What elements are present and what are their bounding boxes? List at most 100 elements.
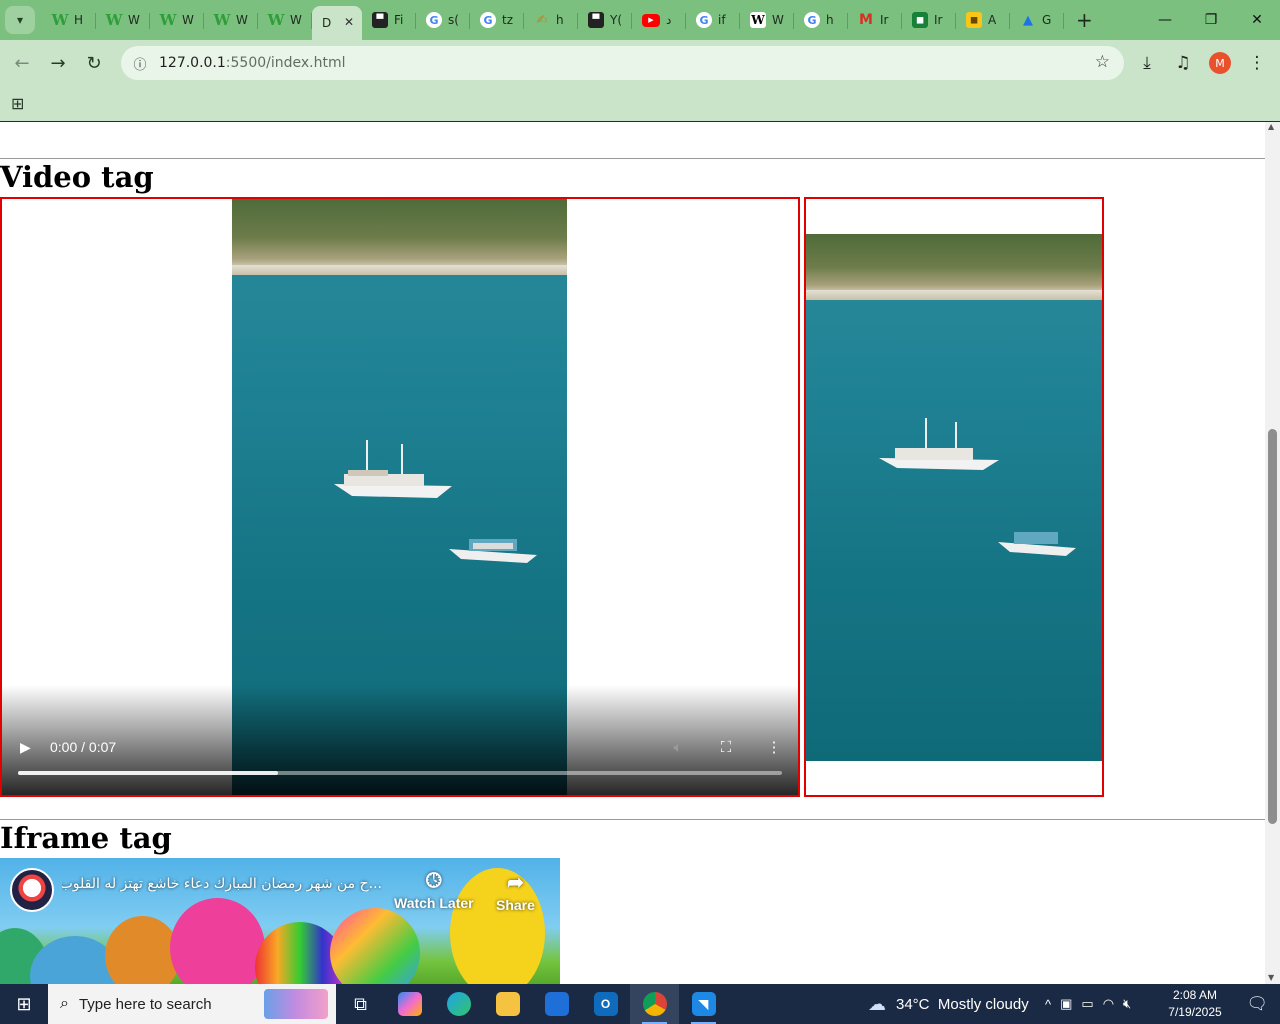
bookmark-star-button[interactable]: ☆: [1095, 52, 1110, 72]
new-tab-button[interactable]: +: [1076, 8, 1093, 32]
start-button[interactable]: ⊞: [0, 984, 48, 1024]
w-icon: W: [105, 11, 123, 29]
menu-button[interactable]: ⋮: [1242, 45, 1272, 81]
browser-tab[interactable]: Gs(: [416, 4, 470, 36]
taskbar: ⊞ ⌕ Type here to search ⧉ O ◥ ☁ 34°C Mos…: [0, 984, 1280, 1024]
arrow-right-icon: →: [50, 52, 66, 74]
page-scrollbar[interactable]: ▲ ▼: [1265, 122, 1280, 984]
video-player-controls[interactable]: ▶ 0:00 / 0:07 🔈︎ ⛶ ⋮: [0, 197, 800, 797]
browser-tab[interactable]: ▀ Fi: [362, 4, 416, 36]
youtube-iframe[interactable]: ...ح من شهر رمضان المبارك دعاء خاشع تهتز…: [0, 858, 560, 984]
video-controls-row: ▶ 0:00 / 0:07 🔈︎ ⛶ ⋮: [2, 737, 798, 757]
boat-small-2: [996, 524, 1081, 564]
browser-tab[interactable]: WW: [150, 4, 204, 36]
video-title[interactable]: ...ح من شهر رمضان المبارك دعاء خاشع تهتز…: [62, 876, 382, 892]
reload-icon: ↻: [86, 52, 102, 74]
outlook-button[interactable]: O: [581, 984, 630, 1024]
edge-button[interactable]: [434, 984, 483, 1024]
scroll-down-icon[interactable]: ▼: [1268, 973, 1274, 982]
star-icon: ☆: [1094, 52, 1110, 72]
kebab-menu-icon[interactable]: ⋮: [750, 738, 798, 756]
vscode-icon: ◥: [691, 992, 716, 1016]
meet-now-icon[interactable]: ▣: [1060, 996, 1072, 1012]
channel-avatar[interactable]: [10, 868, 54, 912]
browser-tab[interactable]: ▲ G: [1010, 4, 1064, 36]
browser-tab[interactable]: Gh: [794, 4, 848, 36]
browser-tab[interactable]: WH: [42, 4, 96, 36]
browser-tab[interactable]: M Ir: [848, 4, 902, 36]
chrome-icon: [642, 992, 667, 1016]
browser-tab[interactable]: ◼ Ir: [902, 4, 956, 36]
folder-icon: [495, 992, 520, 1016]
close-window-button[interactable]: ✕: [1234, 0, 1280, 40]
minimize-button[interactable]: —: [1142, 0, 1188, 40]
play-icon[interactable]: ▶: [20, 739, 38, 756]
watch-later-button[interactable]: 🕓︎ Watch Later: [394, 870, 474, 911]
tab-search-button[interactable]: ▾: [5, 6, 35, 34]
tab-strip: ▾ W H W W W W W W W W D ✕ ▀ Fi Gs(Gtz ✍ h ▀ Y(▶ د Gif W W Gh M Ir…: [0, 0, 1280, 40]
volume-icon[interactable]: 🔇︎: [1123, 996, 1131, 1012]
media-controls-button[interactable]: ♫: [1168, 45, 1198, 81]
tab-label: W: [182, 13, 194, 27]
chrome-button[interactable]: [630, 984, 679, 1024]
profile-avatar[interactable]: M: [1209, 52, 1231, 74]
clock[interactable]: 2:08 AM 7/19/2025: [1160, 987, 1230, 1021]
apps-grid-icon[interactable]: ⊞: [11, 94, 24, 113]
browser-tab[interactable]: Gif: [686, 4, 740, 36]
site-info-button[interactable]: ⓘ: [123, 54, 157, 73]
chevron-up-icon[interactable]: ^: [1045, 997, 1051, 1012]
back-button[interactable]: ←: [4, 45, 40, 81]
browser-tab[interactable]: Gtz: [470, 4, 524, 36]
tab-label: Y(: [610, 13, 623, 27]
cloud-icon: ☁: [868, 993, 886, 1014]
tab-label: W: [236, 13, 248, 27]
taskbar-search[interactable]: ⌕ Type here to search: [48, 984, 336, 1024]
scroll-up-icon[interactable]: ▲: [1268, 122, 1274, 131]
plus-icon: +: [1076, 8, 1093, 32]
browser-tab[interactable]: ▶ د: [632, 4, 686, 36]
browser-tab[interactable]: ◼ A: [956, 4, 1010, 36]
scrollbar-thumb[interactable]: [1268, 429, 1277, 824]
share-button[interactable]: ➦ Share: [496, 870, 535, 913]
temperature: 34°C: [896, 995, 930, 1013]
fullscreen-icon[interactable]: ⛶: [702, 739, 750, 756]
vscode-button[interactable]: ◥: [679, 984, 728, 1024]
close-tab-icon[interactable]: ✕: [344, 15, 354, 29]
tab-label: G: [1042, 13, 1052, 27]
browser-tab[interactable]: WW: [740, 4, 794, 36]
store-button[interactable]: [532, 984, 581, 1024]
browser-tab[interactable]: WW: [258, 4, 312, 36]
edge-icon: [446, 992, 471, 1016]
w-icon: W: [267, 11, 285, 29]
browser-tab[interactable]: ✍ h: [524, 4, 578, 36]
file-explorer-button[interactable]: [483, 984, 532, 1024]
url-text[interactable]: 127.0.0.1:5500/index.html: [159, 55, 346, 71]
restore-button[interactable]: ❐: [1188, 0, 1234, 40]
notifications-icon[interactable]: 🗨: [1246, 994, 1268, 1014]
downloads-button[interactable]: ⤓: [1132, 45, 1162, 81]
tab-active[interactable]: D ✕: [312, 6, 362, 40]
forward-button[interactable]: →: [40, 45, 76, 81]
arrow-left-icon: ←: [14, 52, 30, 74]
browser-tab[interactable]: WW: [96, 4, 150, 36]
task-view-button[interactable]: ⧉: [336, 984, 385, 1024]
browser-tab[interactable]: WW: [204, 4, 258, 36]
network-icon[interactable]: ◠: [1103, 996, 1114, 1012]
video-player-plain[interactable]: [804, 197, 1104, 797]
weather-widget[interactable]: ☁ 34°C Mostly cloudy: [868, 984, 1029, 1024]
video-progress-bar[interactable]: [18, 771, 782, 775]
copilot-button[interactable]: [385, 984, 434, 1024]
display-icon[interactable]: ▭: [1081, 996, 1093, 1012]
address-bar[interactable]: ⓘ 127.0.0.1:5500/index.html ☆: [121, 46, 1124, 80]
volume-icon[interactable]: 🔈︎: [654, 739, 702, 756]
toolbar-actions: ⤓ ♫ M ⋮: [1132, 45, 1272, 81]
window-controls: — ❐ ✕: [1142, 0, 1280, 40]
reload-button[interactable]: ↻: [76, 45, 112, 81]
drive-icon: ▲: [1023, 12, 1033, 28]
dark-icon: ▀: [588, 12, 604, 28]
tab-label: if: [718, 13, 726, 27]
tab-label: Fi: [394, 13, 404, 27]
url-host: 127.0.0.1: [159, 55, 226, 71]
clock-icon: 🕓︎: [425, 870, 442, 892]
browser-tab[interactable]: ▀ Y(: [578, 4, 632, 36]
